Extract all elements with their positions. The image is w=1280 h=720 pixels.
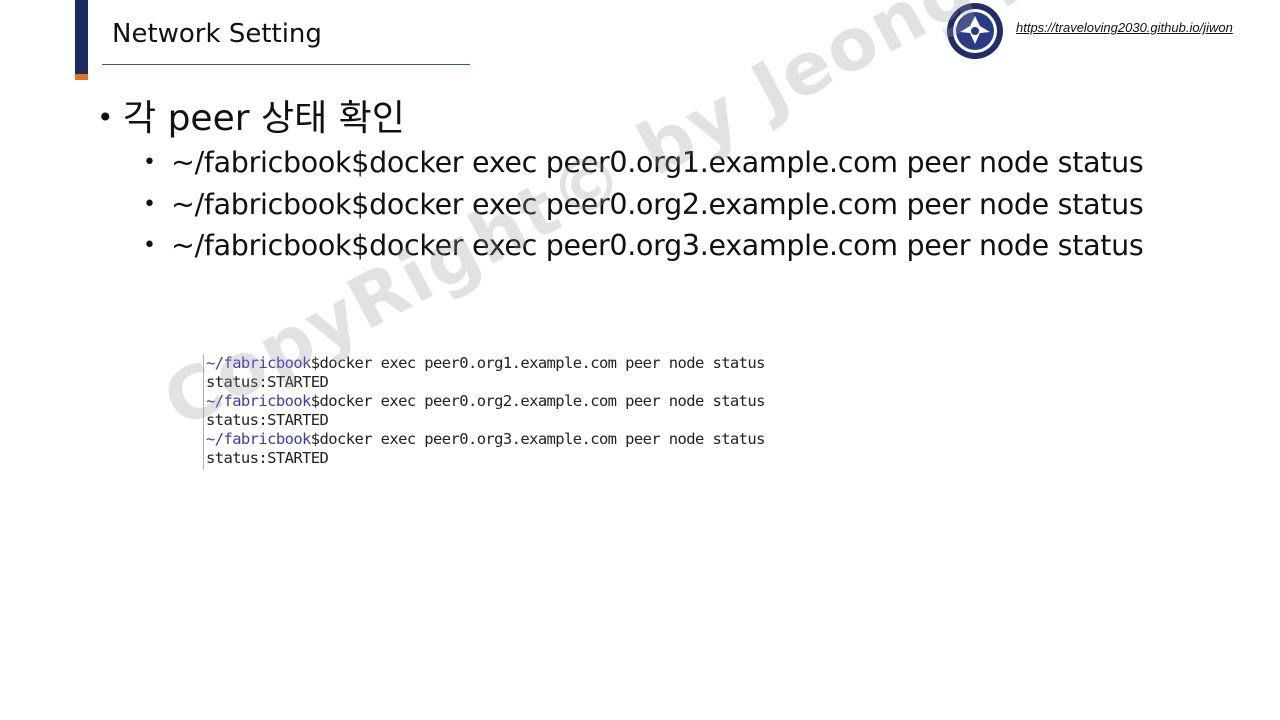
command-list-item: • ~/fabricbook$docker exec peer0.org3.exa…	[143, 225, 1144, 267]
terminal-text: $docker exec peer0.org3.example.com peer…	[310, 430, 766, 448]
command-text: ~/fabricbook$docker exec peer0.org1.exam…	[171, 146, 1144, 179]
terminal-line: ~/fabricbook$docker exec peer0.org3.exam…	[206, 430, 826, 449]
terminal-prompt: ~/fabricbook	[206, 392, 311, 410]
terminal-text: status:STARTED	[206, 373, 329, 391]
terminal-text: $docker exec peer0.org1.example.com peer…	[310, 354, 766, 372]
title-accent-bar	[75, 0, 88, 80]
terminal-line: status:STARTED	[206, 373, 826, 392]
terminal-prompt: ~/fabricbook	[206, 430, 311, 448]
bullet-marker: •	[97, 101, 114, 134]
terminal-screenshot: ~/fabricbook$docker exec peer0.org1.exam…	[203, 354, 826, 470]
terminal-line: ~/fabricbook$docker exec peer0.org2.exam…	[206, 392, 826, 411]
section-heading: • 각 peer 상태 확인	[97, 95, 405, 142]
slide-title: Network Setting	[112, 19, 322, 49]
bullet-marker: •	[143, 233, 156, 258]
bullet-marker: •	[143, 191, 156, 217]
terminal-line: status:STARTED	[206, 449, 826, 468]
terminal-line: status:STARTED	[206, 411, 826, 430]
command-list: • ~/fabricbook$docker exec peer0.org1.exa…	[143, 142, 1144, 267]
section-heading-text: 각 peer 상태 확인	[123, 98, 405, 139]
title-underline	[102, 64, 470, 65]
title-accent-tip	[75, 74, 88, 80]
command-list-item: • ~/fabricbook$docker exec peer0.org2.exa…	[143, 184, 1144, 226]
bullet-marker: •	[143, 150, 156, 175]
site-url-link[interactable]: https://traveloving2030.github.io/jiwon	[1016, 20, 1233, 35]
command-list-item: • ~/fabricbook$docker exec peer0.org1.exa…	[143, 142, 1144, 184]
command-text: ~/fabricbook$docker exec peer0.org3.exam…	[171, 229, 1144, 262]
terminal-text: status:STARTED	[206, 449, 329, 467]
terminal-prompt: ~/fabricbook	[206, 354, 311, 372]
terminal-line: ~/fabricbook$docker exec peer0.org1.exam…	[206, 354, 826, 373]
terminal-text: $docker exec peer0.org2.example.com peer…	[310, 392, 766, 410]
command-text: ~/fabricbook$docker exec peer0.org2.exam…	[171, 187, 1144, 221]
terminal-text: status:STARTED	[206, 411, 329, 429]
university-seal-icon	[947, 3, 1003, 59]
